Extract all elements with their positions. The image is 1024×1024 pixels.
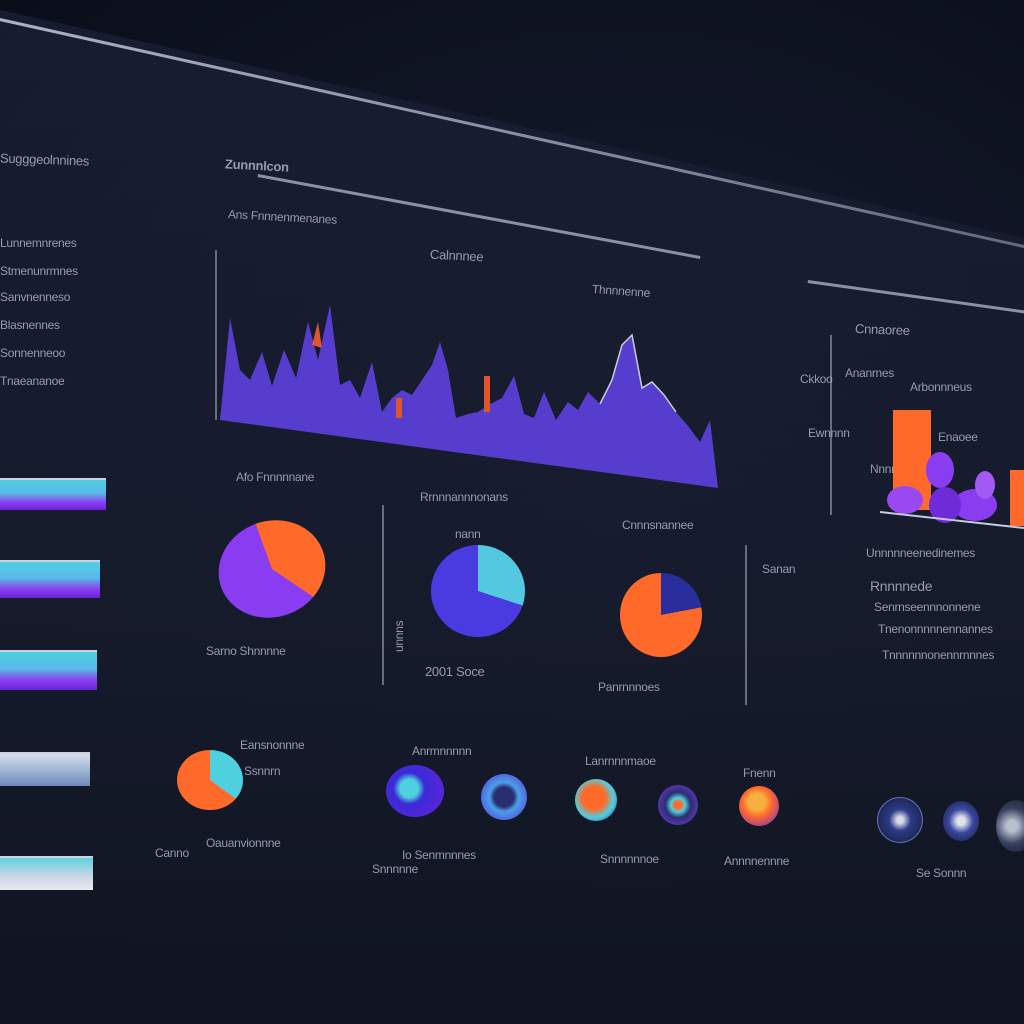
- text-block-line-4: Tnenonnnnnennannes: [878, 622, 993, 636]
- bottom-left-donut[interactable]: [177, 750, 243, 810]
- bottom-dot-4[interactable]: [658, 785, 698, 825]
- bar-purple-blob-1: [926, 452, 954, 488]
- pie2-separator: [382, 505, 384, 685]
- bottom-row-caption-1: Io Senmnnnes: [402, 848, 476, 862]
- pie2-side-caption: unnns: [392, 620, 406, 652]
- pie3-caption: Panrnnnoes: [598, 680, 660, 694]
- bottom-row-caption-2: Snnnnnnoe: [600, 852, 659, 866]
- bottom-dot-3[interactable]: [575, 779, 617, 821]
- pie3-side-label: Sanan: [762, 562, 796, 576]
- pie1-caption: Sarno Shnnnne: [206, 644, 286, 658]
- pie-chart-2[interactable]: [431, 545, 525, 637]
- bottom-row-title-3: Fnenn: [743, 766, 776, 780]
- pie3-separator: [745, 545, 747, 705]
- bar-panel-chart: [879, 410, 1024, 529]
- bar-purple-blob-5: [975, 471, 995, 499]
- pie2-label-top: nann: [455, 527, 481, 541]
- bottom-dot-5[interactable]: [739, 786, 779, 826]
- text-block-line-5: Tnnnnnnonennrnnnes: [882, 648, 995, 662]
- bottom-right-caption: Se Sonnn: [916, 866, 967, 880]
- bottom-right-dot-1[interactable]: [877, 797, 923, 843]
- bar-purple-blob-2: [887, 486, 923, 514]
- bottom-left-caption: Oauanvionnne: [206, 836, 281, 850]
- bottom-left-sub: Canno: [155, 846, 189, 860]
- bottom-right-dot-2[interactable]: [943, 801, 979, 841]
- bar-orange-2: [1010, 470, 1024, 526]
- text-block-line-1: Unnnnneenedinemes: [866, 546, 975, 560]
- pie1-title: Afo Fnnnnnane: [236, 470, 315, 484]
- pie3-title: Cnnnsnannee: [622, 518, 694, 532]
- bottom-left-badge: Ssnnrn: [244, 764, 281, 778]
- bottom-row-title-2: Lanrnnnmaoe: [585, 754, 656, 768]
- text-block-line-3: Senrnseennnonnene: [874, 600, 981, 614]
- bottom-row-title: Anrmnnnnn: [412, 744, 472, 758]
- text-block-line-2: Rnnnnede: [870, 578, 933, 594]
- pie2-caption: 2001 Soce: [425, 664, 485, 679]
- pie-chart-3[interactable]: [620, 573, 702, 657]
- bottom-left-title: Eansnonnne: [240, 738, 305, 752]
- bottom-dot-1[interactable]: [386, 765, 444, 817]
- bottom-row-caption-sub: Snnnnne: [372, 862, 418, 876]
- bottom-dot-2[interactable]: [481, 774, 527, 820]
- pie2-title: Rrnnnannnonans: [420, 490, 508, 504]
- bottom-row-caption-3: Annnnennne: [724, 854, 790, 868]
